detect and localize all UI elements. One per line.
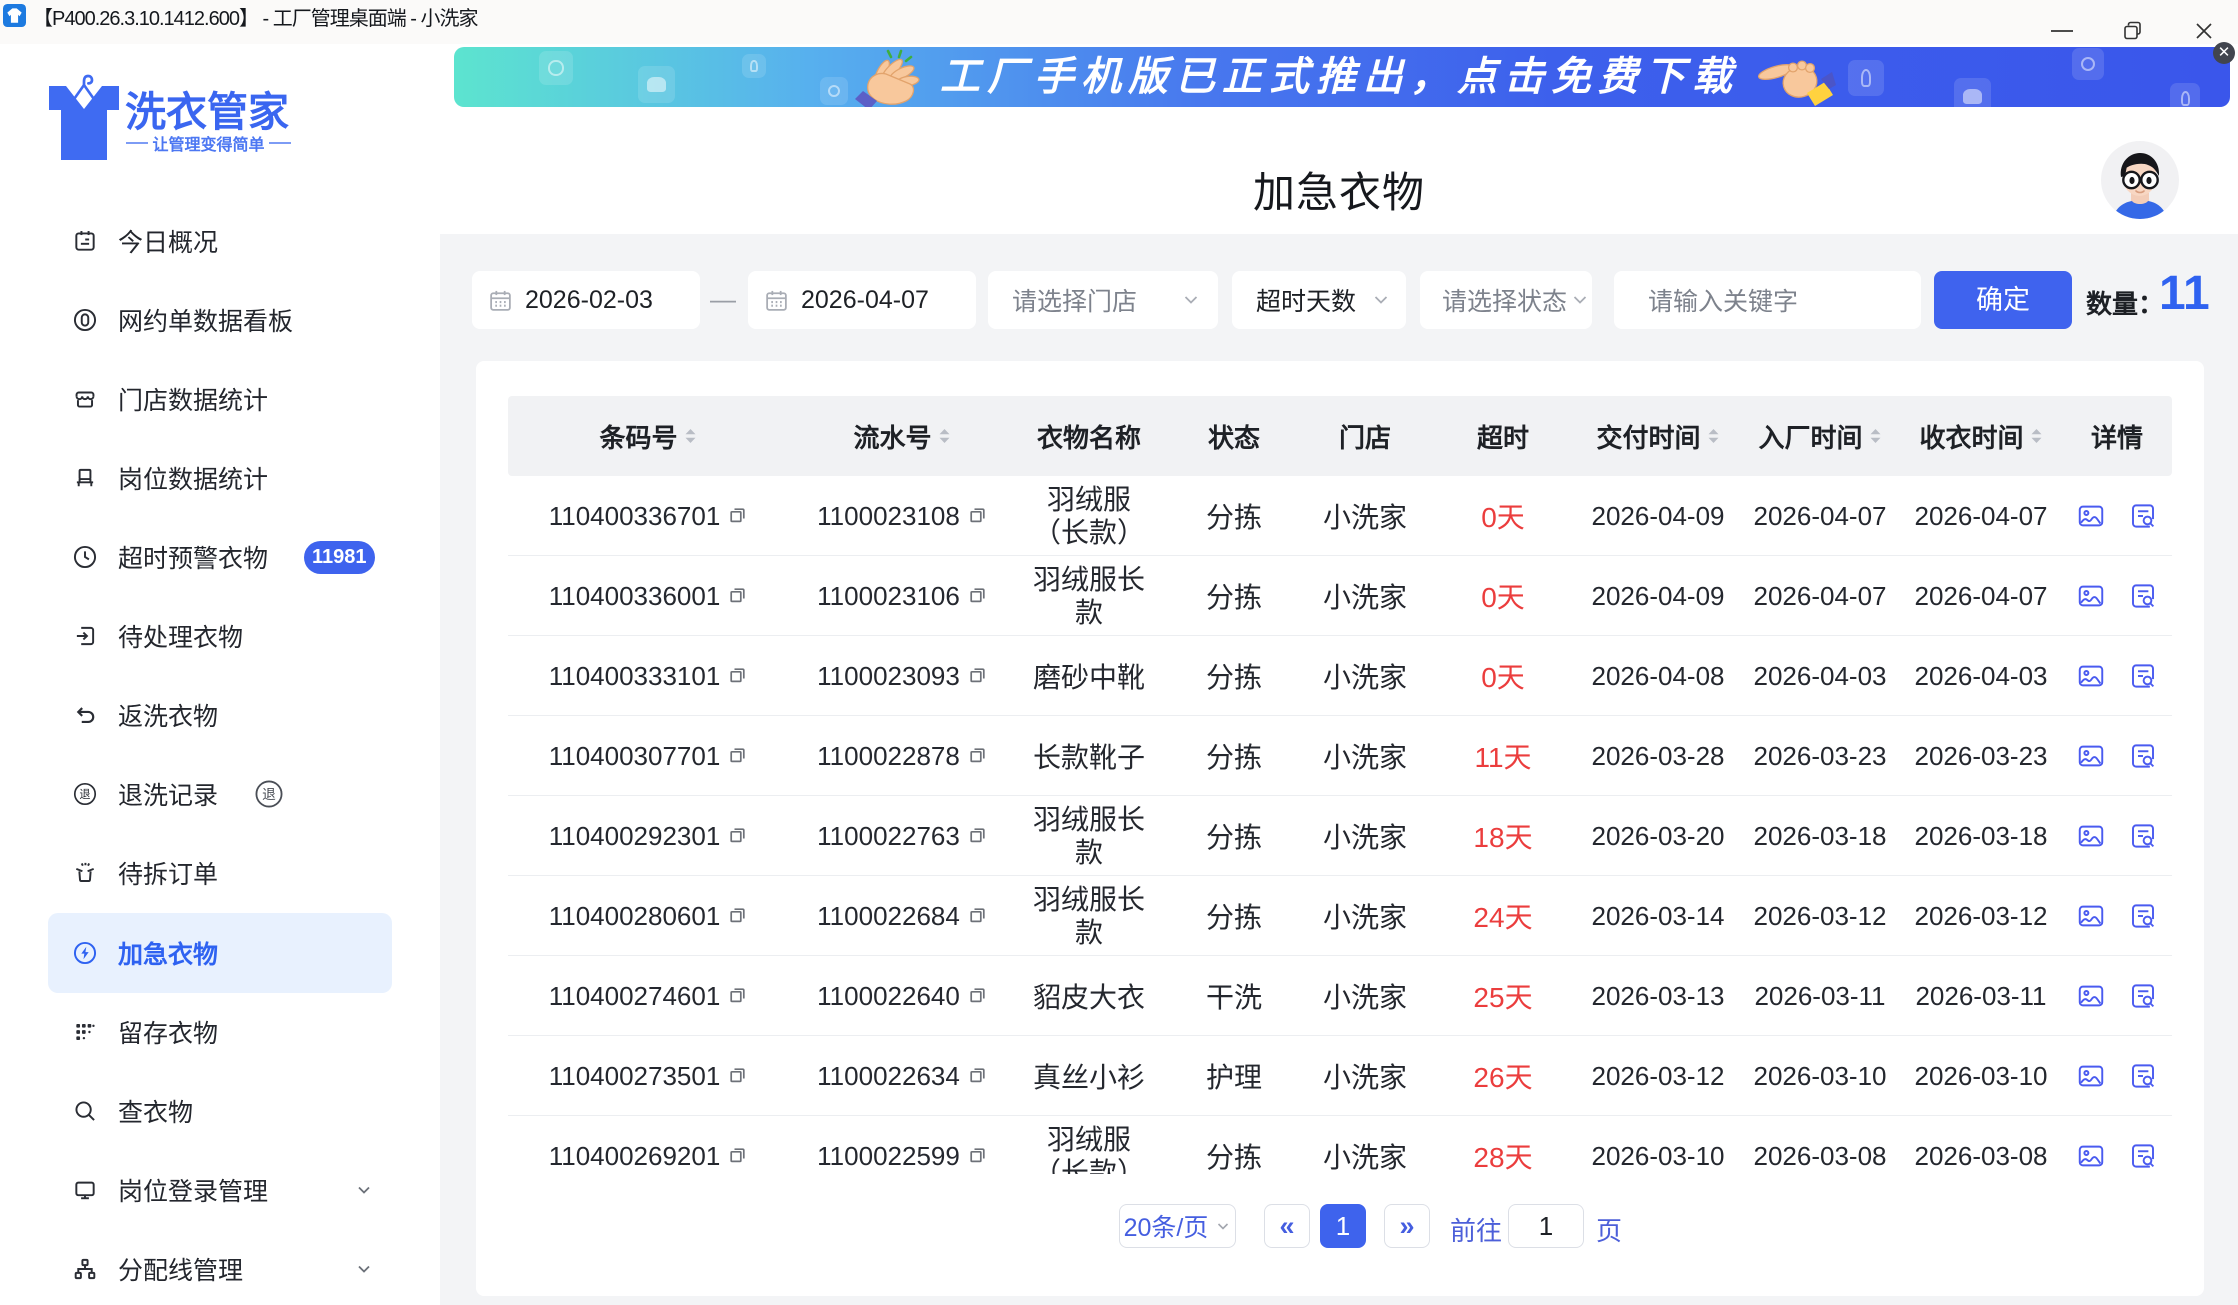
svg-text:退: 退 bbox=[262, 787, 276, 802]
svg-text:退: 退 bbox=[79, 788, 90, 801]
